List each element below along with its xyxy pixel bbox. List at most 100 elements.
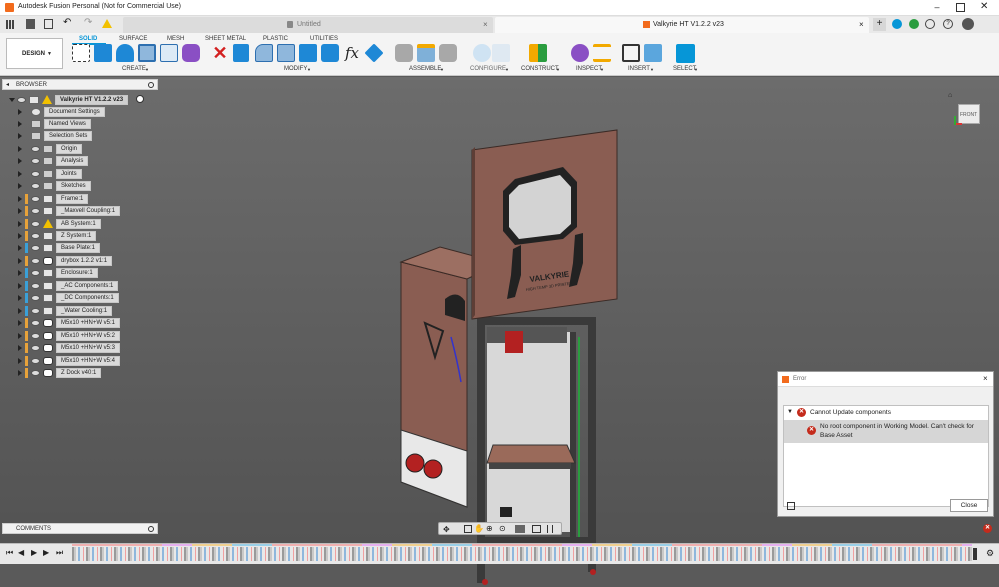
visibility-eye-icon[interactable] — [31, 233, 40, 239]
expand-triangle-icon[interactable] — [18, 133, 22, 140]
inspect-group-label[interactable]: INSPECT — [576, 66, 602, 72]
refresh-icon[interactable] — [909, 19, 919, 29]
tab-solid[interactable]: SOLID — [79, 36, 97, 42]
play-icon[interactable]: ▶ — [31, 548, 37, 557]
expand-triangle-icon[interactable] — [18, 332, 22, 339]
home-icon[interactable]: ⌂ — [948, 92, 952, 99]
select-icon[interactable] — [676, 44, 695, 63]
expand-triangle-icon[interactable] — [18, 170, 22, 177]
viewports-icon[interactable] — [547, 525, 557, 533]
timeline-marker-icon[interactable] — [973, 548, 977, 560]
go-to-start-icon[interactable]: ⏮ — [6, 548, 13, 558]
offset-plane-icon[interactable] — [529, 44, 547, 62]
tab-plastic[interactable]: PLASTIC — [263, 36, 288, 42]
dialog-close-icon[interactable]: × — [983, 374, 988, 383]
visibility-eye-icon[interactable] — [31, 195, 40, 202]
browser-item[interactable]: Named Views — [18, 118, 91, 129]
canvas-viewport[interactable]: ◂ BROWSER Valkyrie HT V1.2.2 v23 Documen… — [0, 77, 999, 585]
browser-item[interactable]: _Water Cooling:1 — [18, 305, 113, 316]
help-icon[interactable]: ? — [943, 19, 953, 29]
save-icon[interactable] — [44, 19, 53, 29]
step-back-icon[interactable]: ◀ — [18, 548, 24, 557]
expand-triangle-icon[interactable] — [18, 233, 22, 239]
browser-item[interactable]: M5x10 +HN+W v5:4 — [18, 355, 121, 366]
shell-icon[interactable] — [299, 44, 317, 62]
visibility-eye-icon[interactable] — [17, 96, 26, 103]
workspace-switcher[interactable]: DESIGN ▼ — [6, 38, 63, 69]
fit-icon[interactable]: ⊙ — [499, 524, 506, 533]
browser-item[interactable]: _DC Components:1 — [18, 293, 119, 304]
visibility-eye-icon[interactable] — [31, 307, 40, 314]
maximize-button[interactable] — [956, 3, 965, 12]
expand-triangle-icon[interactable] — [18, 245, 22, 252]
timeline-track[interactable] — [72, 547, 972, 561]
assemble-group-label[interactable]: ASSEMBLE — [409, 66, 441, 72]
interference-icon[interactable] — [593, 44, 611, 62]
activate-radio-icon[interactable] — [136, 95, 144, 103]
comments-pin-icon[interactable] — [148, 526, 154, 532]
close-window-button[interactable]: ✕ — [980, 1, 988, 12]
browser-item[interactable]: Analysis — [18, 156, 89, 167]
visibility-eye-icon[interactable] — [31, 208, 40, 215]
visibility-eye-icon[interactable] — [31, 369, 40, 376]
viewcube-front-face[interactable]: FRONT — [958, 104, 980, 124]
close-button[interactable]: Close — [950, 499, 988, 512]
expand-triangle-icon[interactable] — [18, 145, 22, 152]
joint-icon[interactable] — [417, 44, 435, 62]
expand-triangle-icon[interactable] — [18, 345, 22, 352]
browser-item[interactable]: drybox 1.2.2 v1:1 — [18, 255, 113, 266]
construct-group-label[interactable]: CONSTRUCT — [521, 66, 559, 72]
revolve-icon[interactable] — [116, 44, 134, 62]
appearance-icon[interactable] — [364, 43, 384, 63]
visibility-eye-icon[interactable] — [31, 295, 40, 302]
orbit-icon[interactable]: ✥ — [443, 525, 450, 534]
chamfer-icon[interactable] — [277, 44, 295, 62]
combine-icon[interactable] — [321, 44, 339, 62]
tab-untitled[interactable]: Untitled × — [123, 17, 493, 33]
timeline-settings-icon[interactable]: ⚙ — [986, 548, 994, 559]
model-3d[interactable]: VALKYRIE HIGH TEMP 3D PRINTER — [395, 127, 625, 587]
expand-triangle-icon[interactable] — [18, 357, 22, 364]
visibility-eye-icon[interactable] — [31, 270, 40, 277]
new-tab-button[interactable]: + — [873, 18, 886, 31]
visibility-eye-icon[interactable] — [31, 332, 40, 339]
configure-icon[interactable] — [473, 44, 491, 62]
error-detail-row[interactable]: ✕ No root component in Working Model. Ca… — [784, 420, 988, 443]
visibility-eye-icon[interactable] — [31, 220, 40, 227]
expand-triangle-icon[interactable] — [18, 183, 22, 190]
redo-icon[interactable]: ↷ — [84, 17, 92, 28]
browser-pin-icon[interactable] — [148, 82, 154, 88]
tab-mesh[interactable]: MESH — [167, 36, 184, 42]
grid-menu-icon[interactable] — [6, 20, 15, 29]
look-at-icon[interactable] — [464, 525, 472, 533]
go-to-end-icon[interactable]: ⏭ — [56, 548, 63, 558]
parameters-icon[interactable]: fx — [343, 44, 361, 62]
visibility-eye-icon[interactable] — [31, 245, 40, 252]
visibility-eye-icon[interactable] — [31, 357, 40, 364]
minimize-button[interactable]: – — [930, 2, 944, 14]
expand-triangle-icon[interactable] — [18, 295, 22, 302]
tab-close-icon[interactable]: × — [859, 20, 864, 29]
delete-icon[interactable]: ✕ — [211, 44, 229, 62]
browser-item[interactable]: Origin — [18, 143, 83, 154]
avatar[interactable] — [962, 18, 974, 30]
grid-settings-icon[interactable] — [532, 525, 541, 533]
tab-surface[interactable]: SURFACE — [119, 36, 147, 42]
tab-close-icon[interactable]: × — [483, 20, 488, 29]
browser-item[interactable]: Frame:1 — [18, 193, 89, 204]
copy-icon[interactable] — [787, 502, 795, 510]
insert-group-label[interactable]: INSERT — [628, 66, 650, 72]
notifications-icon[interactable] — [925, 19, 935, 29]
expand-triangle-icon[interactable] — [18, 220, 22, 227]
step-forward-icon[interactable]: ▶ — [43, 548, 49, 557]
visibility-eye-icon[interactable] — [31, 257, 40, 264]
browser-item[interactable]: Z Dock v40:1 — [18, 367, 102, 378]
browser-item[interactable]: Document Settings — [18, 106, 105, 117]
expand-triangle-icon[interactable] — [18, 369, 22, 376]
new-component-icon[interactable] — [395, 44, 413, 62]
pan-icon[interactable]: ✋ — [474, 524, 484, 533]
modify-group-label[interactable]: MODIFY — [284, 66, 307, 72]
browser-item[interactable]: M5x10 +HN+W v5:3 — [18, 343, 121, 354]
collapse-chevron-icon[interactable]: ▼ — [787, 409, 793, 415]
expand-triangle-icon[interactable] — [18, 120, 22, 127]
